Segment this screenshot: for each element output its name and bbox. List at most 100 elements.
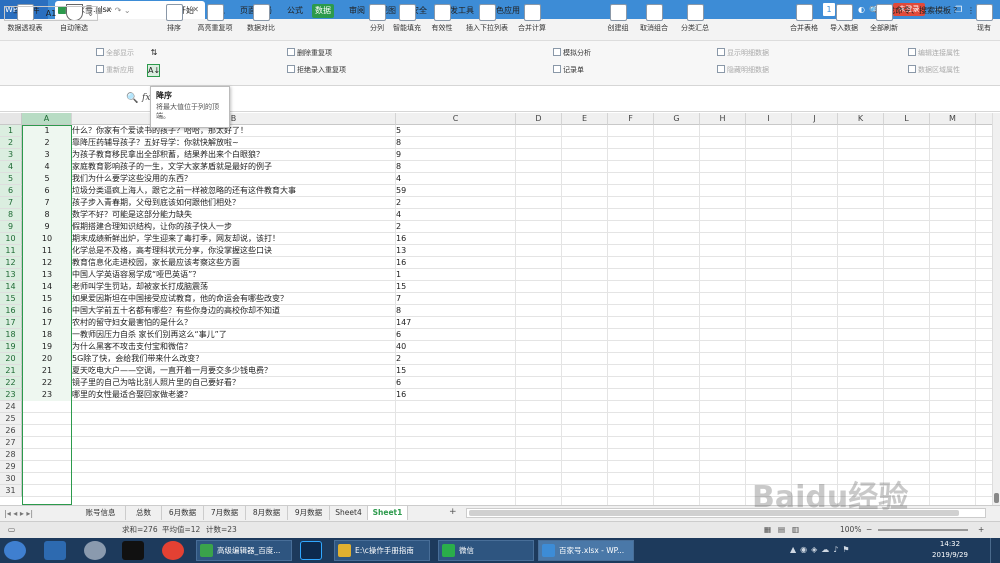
cell-b[interactable]: 靠降压药辅导孩子？五好导学：你就快解放啦~: [72, 137, 239, 149]
cell-c[interactable]: 6: [396, 329, 401, 341]
reject-duplicates-button[interactable]: 拒绝录入重复项: [287, 65, 346, 75]
spreadsheet-grid[interactable]: ABCDEFGHIJKLMNO 123456789101112131415161…: [0, 113, 992, 505]
existing-connections-button[interactable]: 现有: [972, 4, 996, 33]
cell-c[interactable]: 2: [396, 197, 401, 209]
row-header[interactable]: 28: [0, 449, 22, 461]
cell-b[interactable]: 假期搭建合理知识结构，让你的孩子快人一步: [72, 221, 232, 233]
row-header[interactable]: 20: [0, 353, 22, 365]
cell-b[interactable]: 一教师因压力自杀 家长们别再这么“事儿”了: [72, 329, 227, 341]
cell-c[interactable]: 4: [396, 209, 401, 221]
cell-b[interactable]: 教育信息化走进校园，家长最应该考察这些方面: [72, 257, 240, 269]
cell-c[interactable]: 1: [396, 269, 401, 281]
sheet-tab[interactable]: Sheet1: [368, 506, 408, 520]
add-sheet-button[interactable]: +: [449, 507, 457, 517]
column-header-c[interactable]: C: [396, 113, 516, 125]
create-group-button[interactable]: 创建组: [604, 4, 632, 33]
cell-c[interactable]: 6: [396, 377, 401, 389]
row-header[interactable]: 22: [0, 377, 22, 389]
vertical-scrollbar[interactable]: [992, 113, 1000, 505]
sheet-tab[interactable]: 账号信息: [76, 506, 126, 520]
cell-c[interactable]: 40: [396, 341, 406, 353]
column-header-b[interactable]: B: [72, 113, 396, 125]
cell-b[interactable]: 农村的留守妇女最害怕的是什么？: [72, 317, 192, 329]
zoom-level[interactable]: 100%: [840, 524, 861, 535]
zoom-in-icon[interactable]: +: [978, 524, 984, 535]
sheet-tab[interactable]: 9月数据: [288, 506, 330, 520]
validity-button[interactable]: 有效性: [426, 4, 458, 33]
show-detail-button[interactable]: 显示明细数据: [717, 48, 769, 58]
row-header[interactable]: 2: [0, 137, 22, 149]
cell-b[interactable]: 5G除了快，会给我们带来什么改变？: [72, 353, 203, 365]
row-header[interactable]: 1: [0, 125, 22, 137]
sheet-tab[interactable]: 8月数据: [246, 506, 288, 520]
simulate-analysis-button[interactable]: 模拟分析: [553, 48, 591, 58]
data-compare-button[interactable]: 数据对比: [242, 4, 280, 33]
help-button[interactable]: ?: [950, 4, 960, 18]
row-header[interactable]: 17: [0, 317, 22, 329]
row-header[interactable]: 27: [0, 437, 22, 449]
column-header-g[interactable]: G: [654, 113, 700, 125]
cell-b[interactable]: 化学总是不及格，高考理科状元分享，你没掌握这些口诀: [72, 245, 272, 257]
row-header[interactable]: 23: [0, 389, 22, 401]
column-header-m[interactable]: M: [930, 113, 976, 125]
formula-input[interactable]: [160, 92, 990, 107]
row-header[interactable]: 26: [0, 425, 22, 437]
name-box-dropdown-icon[interactable]: ⌄: [87, 7, 94, 20]
column-header-e[interactable]: E: [562, 113, 608, 125]
row-header[interactable]: 25: [0, 413, 22, 425]
row-header[interactable]: 11: [0, 245, 22, 257]
row-header[interactable]: 31: [0, 485, 22, 497]
data-area-button[interactable]: 数据区域属性: [908, 65, 960, 75]
normal-view-icon[interactable]: ▦: [764, 524, 771, 535]
cell-c[interactable]: 147: [396, 317, 411, 329]
reapply-button[interactable]: 重新应用: [96, 65, 134, 75]
page-break-view-icon[interactable]: ▥: [792, 524, 799, 535]
taskbar-app-icon[interactable]: [44, 541, 66, 560]
cell-b[interactable]: 孩子步入青春期，父母到底该如何跟他们相处？: [72, 197, 240, 209]
menu-item-formula[interactable]: 公式: [284, 4, 306, 18]
taskbar-item-folder[interactable]: E:\c操作手册指南: [334, 540, 430, 561]
vertical-scroll-thumb[interactable]: [994, 493, 999, 503]
cell-b[interactable]: 哪里的女性最适合娶回家做老婆？: [72, 389, 192, 401]
insert-dropdown-button[interactable]: 插入下拉列表: [462, 4, 512, 33]
sort-ascending-icon[interactable]: ⇅: [148, 47, 160, 59]
cell-b[interactable]: 为孩子教育移民拿出全部积蓄，结果养出来个白眼狼？: [72, 149, 264, 161]
column-header-f[interactable]: F: [608, 113, 654, 125]
row-header[interactable]: 30: [0, 473, 22, 485]
row-header[interactable]: 29: [0, 461, 22, 473]
subtotal-button[interactable]: 分类汇总: [678, 4, 712, 33]
cell-b[interactable]: 如果爱因斯坦在中国接受应试教育，他的命运会有哪些改变？: [72, 293, 288, 305]
merge-calculation-button[interactable]: 合并计算: [514, 4, 550, 33]
row-header[interactable]: 16: [0, 305, 22, 317]
cell-c[interactable]: 59: [396, 185, 406, 197]
taskbar-item-editor[interactable]: 高级编辑器_百度...: [196, 540, 292, 561]
split-column-button[interactable]: 分列: [364, 4, 390, 33]
delete-duplicates-button[interactable]: 删除重复项: [287, 48, 332, 58]
taskbar-app-icon[interactable]: [122, 541, 144, 560]
row-header[interactable]: 18: [0, 329, 22, 341]
cell-c[interactable]: 8: [396, 137, 401, 149]
row-header[interactable]: 3: [0, 149, 22, 161]
cell-c[interactable]: 15: [396, 281, 406, 293]
cell-b[interactable]: 家庭教育影响孩子的一生，文学大家茅盾就是最好的例子: [72, 161, 272, 173]
sort-button[interactable]: 排序: [162, 4, 186, 33]
cell-c[interactable]: 7: [396, 293, 401, 305]
row-header[interactable]: 9: [0, 221, 22, 233]
row-header[interactable]: 7: [0, 197, 22, 209]
row-header[interactable]: 8: [0, 209, 22, 221]
macro-icon[interactable]: ▭: [8, 524, 15, 535]
show-desktop-button[interactable]: [990, 538, 1000, 563]
sheet-tab[interactable]: 6月数据: [162, 506, 204, 520]
photoshop-icon[interactable]: [300, 541, 322, 560]
cell-b[interactable]: 数学不好？可能是这部分能力缺失: [72, 209, 192, 221]
cell-c[interactable]: 13: [396, 245, 406, 257]
cell-c[interactable]: 4: [396, 173, 401, 185]
import-data-button[interactable]: 导入数据: [826, 4, 862, 33]
zoom-formula-icon[interactable]: 🔍: [126, 93, 138, 104]
name-box[interactable]: A1 ⌄: [4, 6, 98, 21]
column-header-d[interactable]: D: [516, 113, 562, 125]
cell-b[interactable]: 期末成绩新鲜出炉，学生迎来了毒打季，网友却说，该打！: [72, 233, 280, 245]
row-header[interactable]: 19: [0, 341, 22, 353]
cell-b[interactable]: 我们为什么要学这些没用的东西？: [72, 173, 192, 185]
column-header-i[interactable]: I: [746, 113, 792, 125]
